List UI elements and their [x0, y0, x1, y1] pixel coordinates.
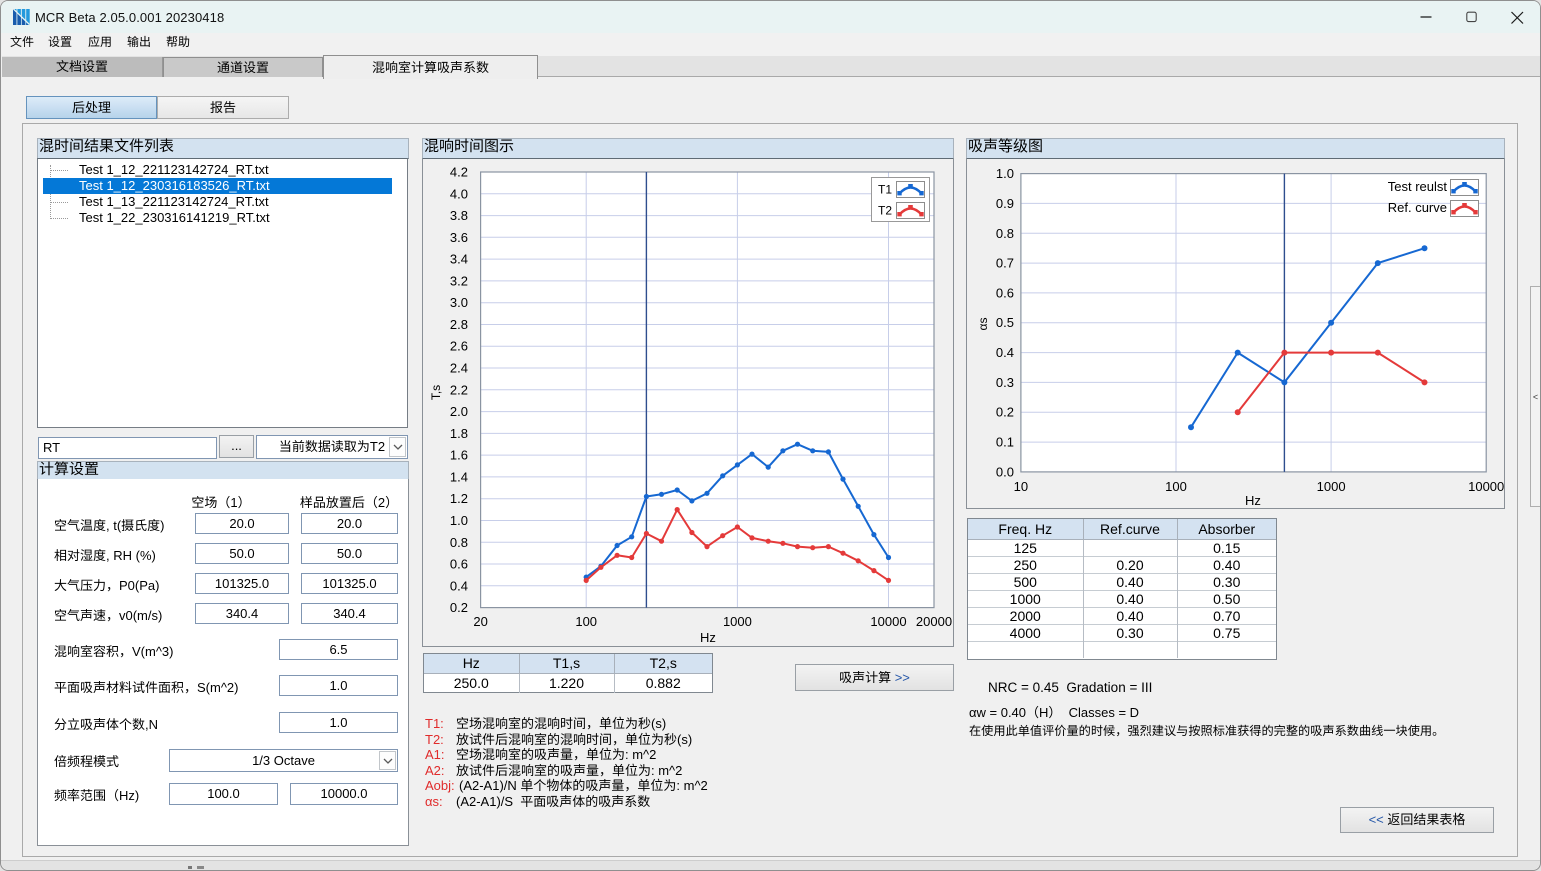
svg-text:T1: T1	[878, 183, 892, 197]
svg-text:1.0: 1.0	[996, 166, 1014, 181]
svg-text:10000: 10000	[1468, 479, 1504, 494]
svg-text:3.8: 3.8	[450, 208, 468, 223]
svg-text:0.6: 0.6	[996, 285, 1014, 300]
svg-text:Hz: Hz	[1245, 493, 1261, 508]
svg-text:2.8: 2.8	[450, 317, 468, 332]
svg-text:1.8: 1.8	[450, 426, 468, 441]
svg-text:2.6: 2.6	[450, 339, 468, 354]
svg-text:3.4: 3.4	[450, 252, 468, 267]
svg-text:0.4: 0.4	[996, 345, 1014, 360]
svg-text:20000: 20000	[916, 614, 952, 629]
svg-text:1.2: 1.2	[450, 491, 468, 506]
svg-text:0.9: 0.9	[996, 196, 1014, 211]
svg-text:3.0: 3.0	[450, 295, 468, 310]
svg-text:2.2: 2.2	[450, 382, 468, 397]
svg-text:4.2: 4.2	[450, 165, 468, 180]
svg-text:3.2: 3.2	[450, 273, 468, 288]
svg-text:4.0: 4.0	[450, 186, 468, 201]
svg-text:T,s: T,s	[429, 385, 443, 400]
svg-text:2.0: 2.0	[450, 404, 468, 419]
svg-text:1.4: 1.4	[450, 469, 468, 484]
svg-text:Test reulst: Test reulst	[1388, 179, 1448, 194]
svg-text:0.6: 0.6	[450, 557, 468, 572]
svg-text:0.2: 0.2	[450, 600, 468, 615]
svg-text:T2: T2	[878, 204, 892, 218]
svg-text:100: 100	[575, 614, 597, 629]
svg-text:1.6: 1.6	[450, 448, 468, 463]
svg-text:0.8: 0.8	[450, 535, 468, 550]
svg-text:0.8: 0.8	[996, 226, 1014, 241]
svg-text:1.0: 1.0	[450, 513, 468, 528]
svg-text:1000: 1000	[1317, 479, 1346, 494]
svg-text:0.4: 0.4	[450, 578, 468, 593]
svg-text:10000: 10000	[870, 614, 906, 629]
svg-text:0.7: 0.7	[996, 256, 1014, 271]
svg-text:2.4: 2.4	[450, 361, 468, 376]
svg-text:0.1: 0.1	[996, 435, 1014, 450]
svg-text:3.6: 3.6	[450, 230, 468, 245]
svg-text:αs: αs	[976, 318, 990, 331]
svg-text:Ref. curve: Ref. curve	[1388, 200, 1447, 215]
svg-text:20: 20	[473, 614, 487, 629]
svg-text:Hz: Hz	[700, 630, 716, 645]
svg-text:0.5: 0.5	[996, 315, 1014, 330]
svg-text:0.2: 0.2	[996, 405, 1014, 420]
svg-text:0.0: 0.0	[996, 464, 1014, 479]
svg-text:100: 100	[1165, 479, 1187, 494]
svg-text:1000: 1000	[723, 614, 752, 629]
svg-text:10: 10	[1014, 479, 1028, 494]
svg-text:0.3: 0.3	[996, 375, 1014, 390]
